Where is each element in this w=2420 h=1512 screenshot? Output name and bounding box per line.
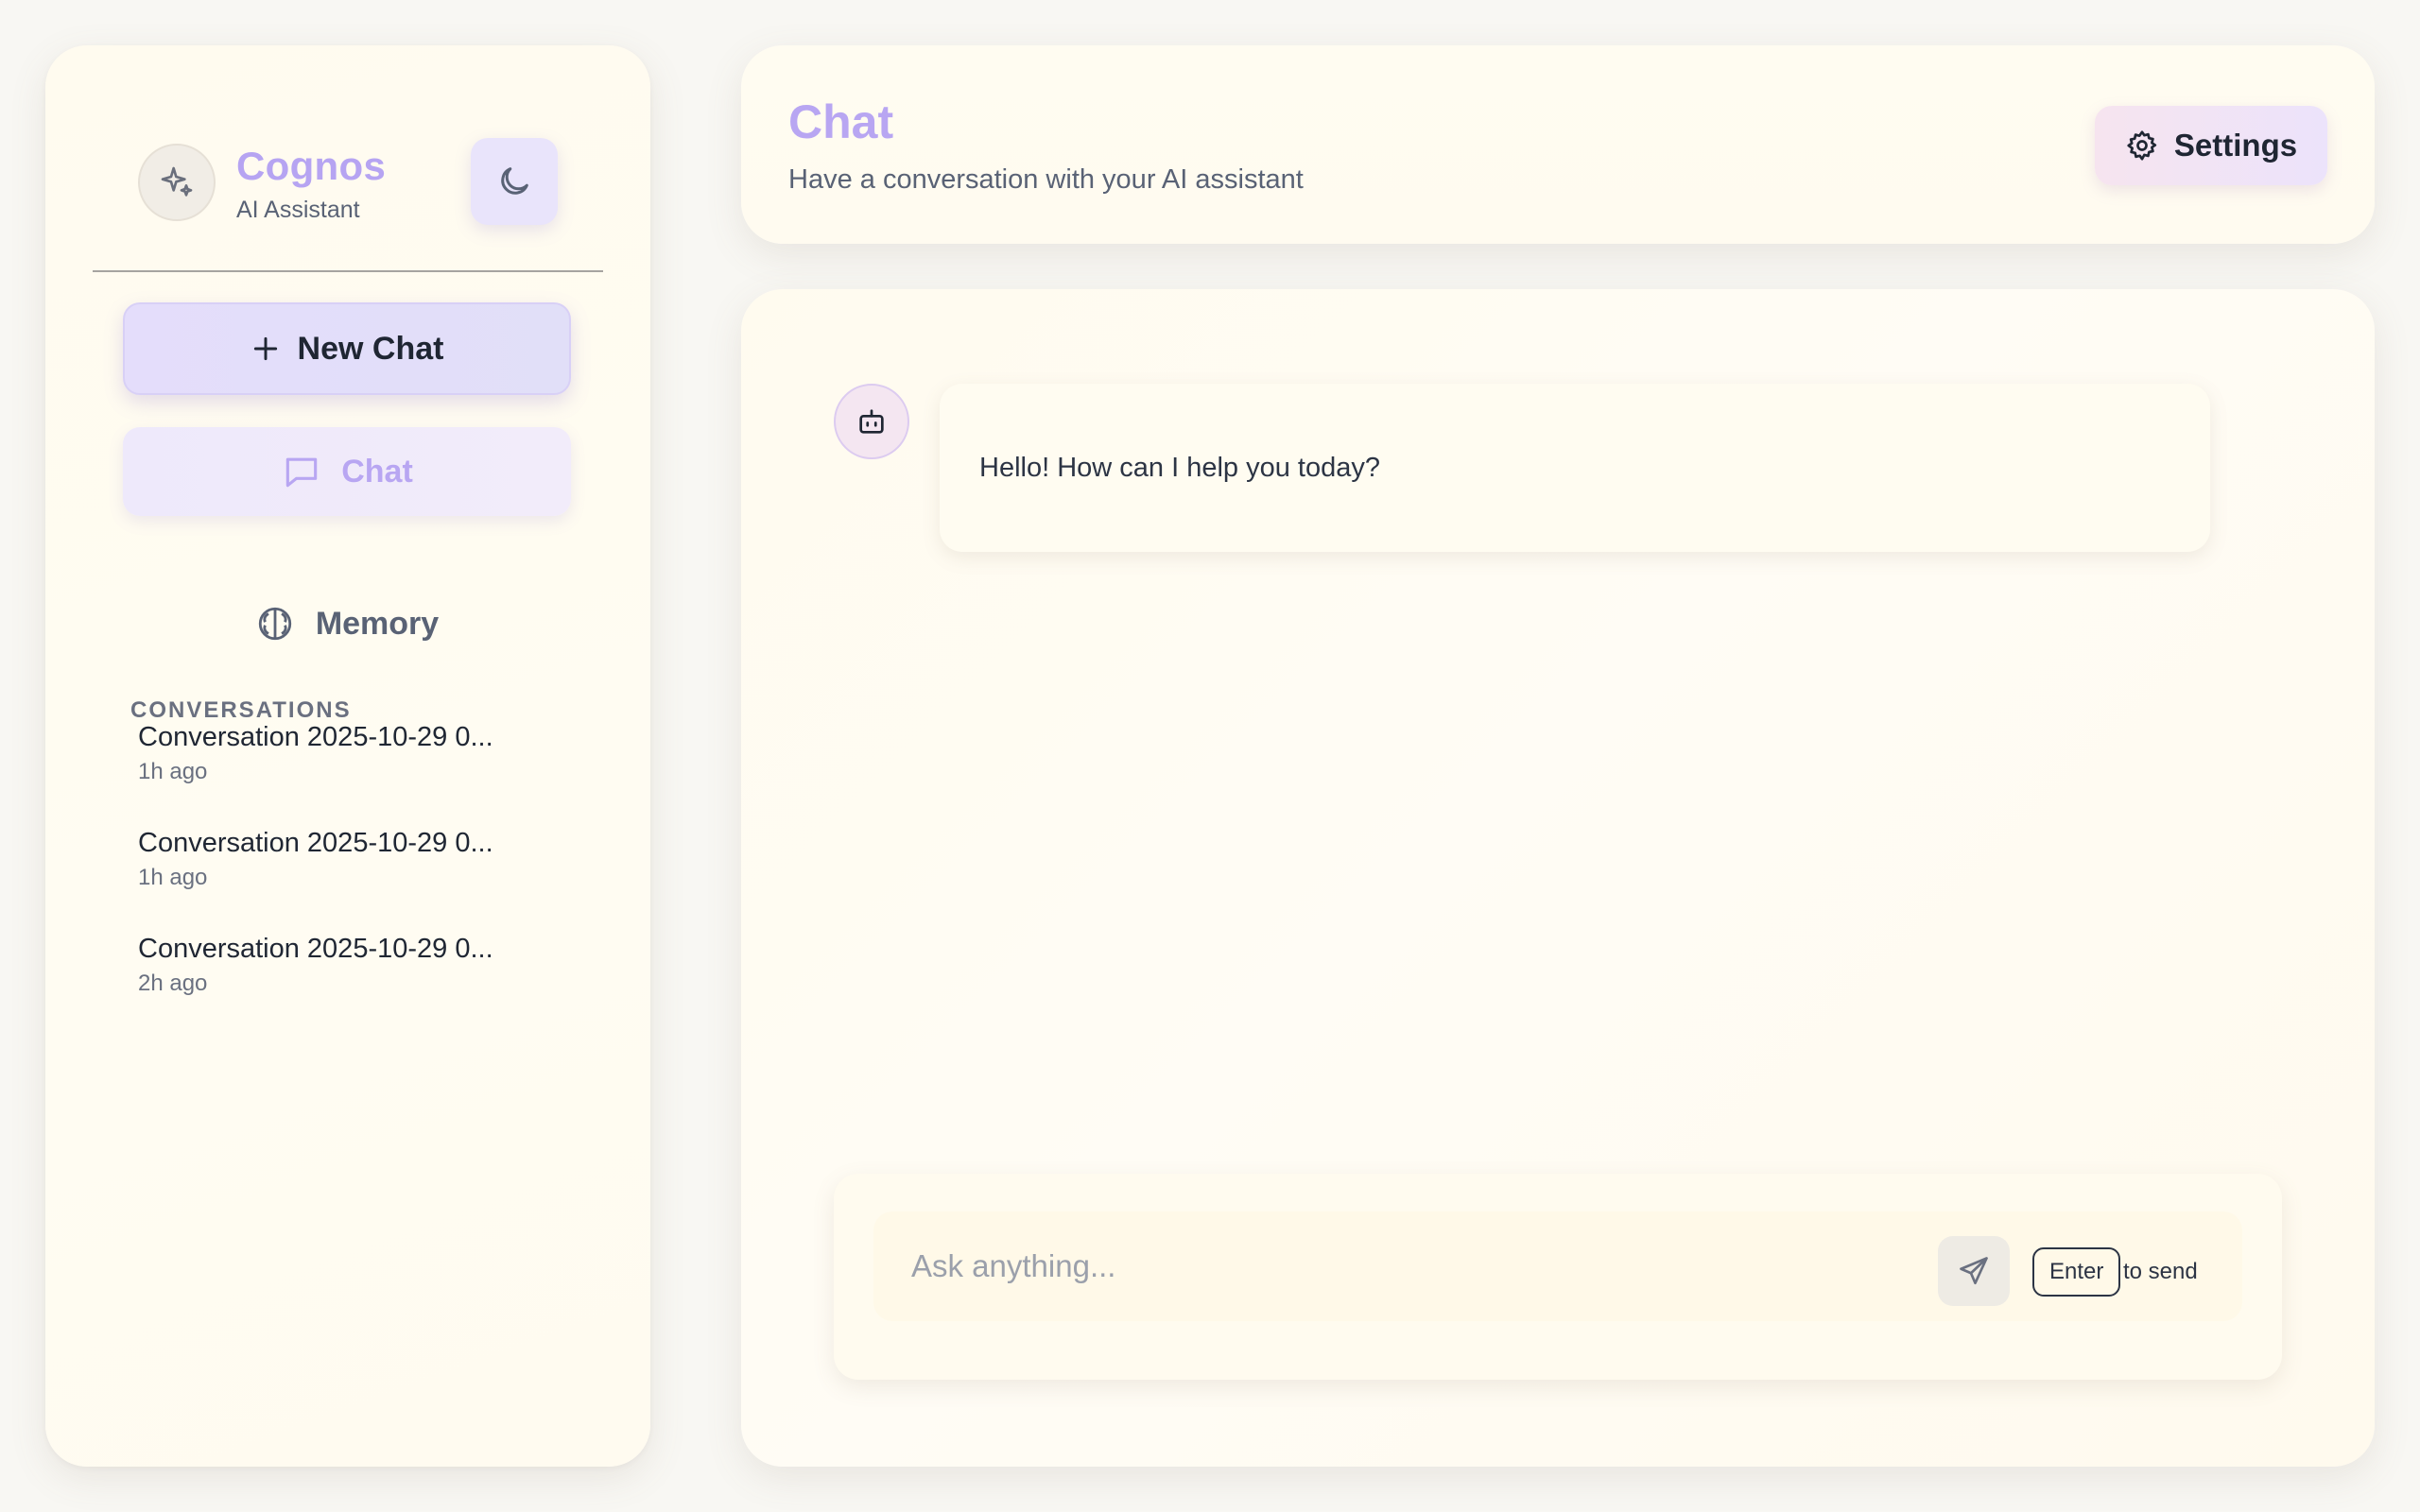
sidebar: Cognos AI Assistant New Chat Chat Memory…	[45, 45, 650, 1467]
conversation-time: 2h ago	[138, 971, 208, 996]
sidebar-item-label: Chat	[341, 453, 413, 490]
moon-icon	[501, 167, 528, 195]
page-title: Chat	[788, 95, 894, 148]
conversation-title: Conversation 2025-10-29 0...	[138, 722, 493, 752]
settings-label: Settings	[2173, 128, 2298, 163]
conversation-item[interactable]: Conversation 2025-10-29 0... 2h ago	[138, 934, 573, 997]
app-subtitle: AI Assistant	[236, 197, 360, 223]
gear-icon	[2127, 130, 2157, 161]
sidebar-item-label: Memory	[315, 605, 440, 642]
chat-panel: Hello! How can I help you today? Enter t…	[741, 289, 2375, 1467]
app-name: Cognos	[236, 144, 387, 188]
sidebar-divider	[93, 270, 603, 272]
conversation-item[interactable]: Conversation 2025-10-29 0... 1h ago	[138, 828, 573, 891]
message-square-icon	[285, 457, 318, 488]
assistant-message: Hello! How can I help you today?	[940, 384, 2210, 552]
conversations-heading: CONVERSATIONS	[130, 697, 352, 723]
page-subtitle: Have a conversation with your AI assista…	[788, 164, 1304, 195]
conversation-item[interactable]: Conversation 2025-10-29 0... 1h ago	[138, 722, 573, 785]
send-icon	[1960, 1257, 1988, 1285]
sidebar-item-chat[interactable]: Chat	[123, 427, 571, 516]
conversation-time: 1h ago	[138, 865, 208, 890]
assistant-avatar	[834, 384, 909, 459]
send-button[interactable]	[1938, 1236, 2010, 1306]
plus-icon	[253, 336, 277, 361]
sidebar-item-memory[interactable]: Memory	[123, 580, 571, 667]
conversation-title: Conversation 2025-10-29 0...	[138, 828, 493, 858]
message-composer: Enter to send	[834, 1174, 2282, 1380]
new-chat-button[interactable]: New Chat	[123, 302, 571, 395]
bot-icon	[859, 409, 884, 434]
page-header: Chat Have a conversation with your AI as…	[741, 45, 2375, 244]
app-root: Cognos AI Assistant New Chat Chat Memory…	[0, 0, 2420, 1512]
conversation-time: 1h ago	[138, 759, 208, 784]
enter-key-hint: Enter	[2032, 1247, 2121, 1297]
theme-toggle-button[interactable]	[471, 138, 558, 225]
settings-button[interactable]: Settings	[2095, 106, 2327, 185]
new-chat-label: New Chat	[297, 330, 444, 367]
brain-icon	[258, 607, 291, 641]
conversation-title: Conversation 2025-10-29 0...	[138, 934, 493, 964]
sparkles-icon	[138, 144, 216, 221]
input-wrapper: Enter to send	[873, 1211, 2242, 1321]
send-hint-text: to send	[2123, 1259, 2198, 1284]
message-input[interactable]	[873, 1211, 1913, 1321]
